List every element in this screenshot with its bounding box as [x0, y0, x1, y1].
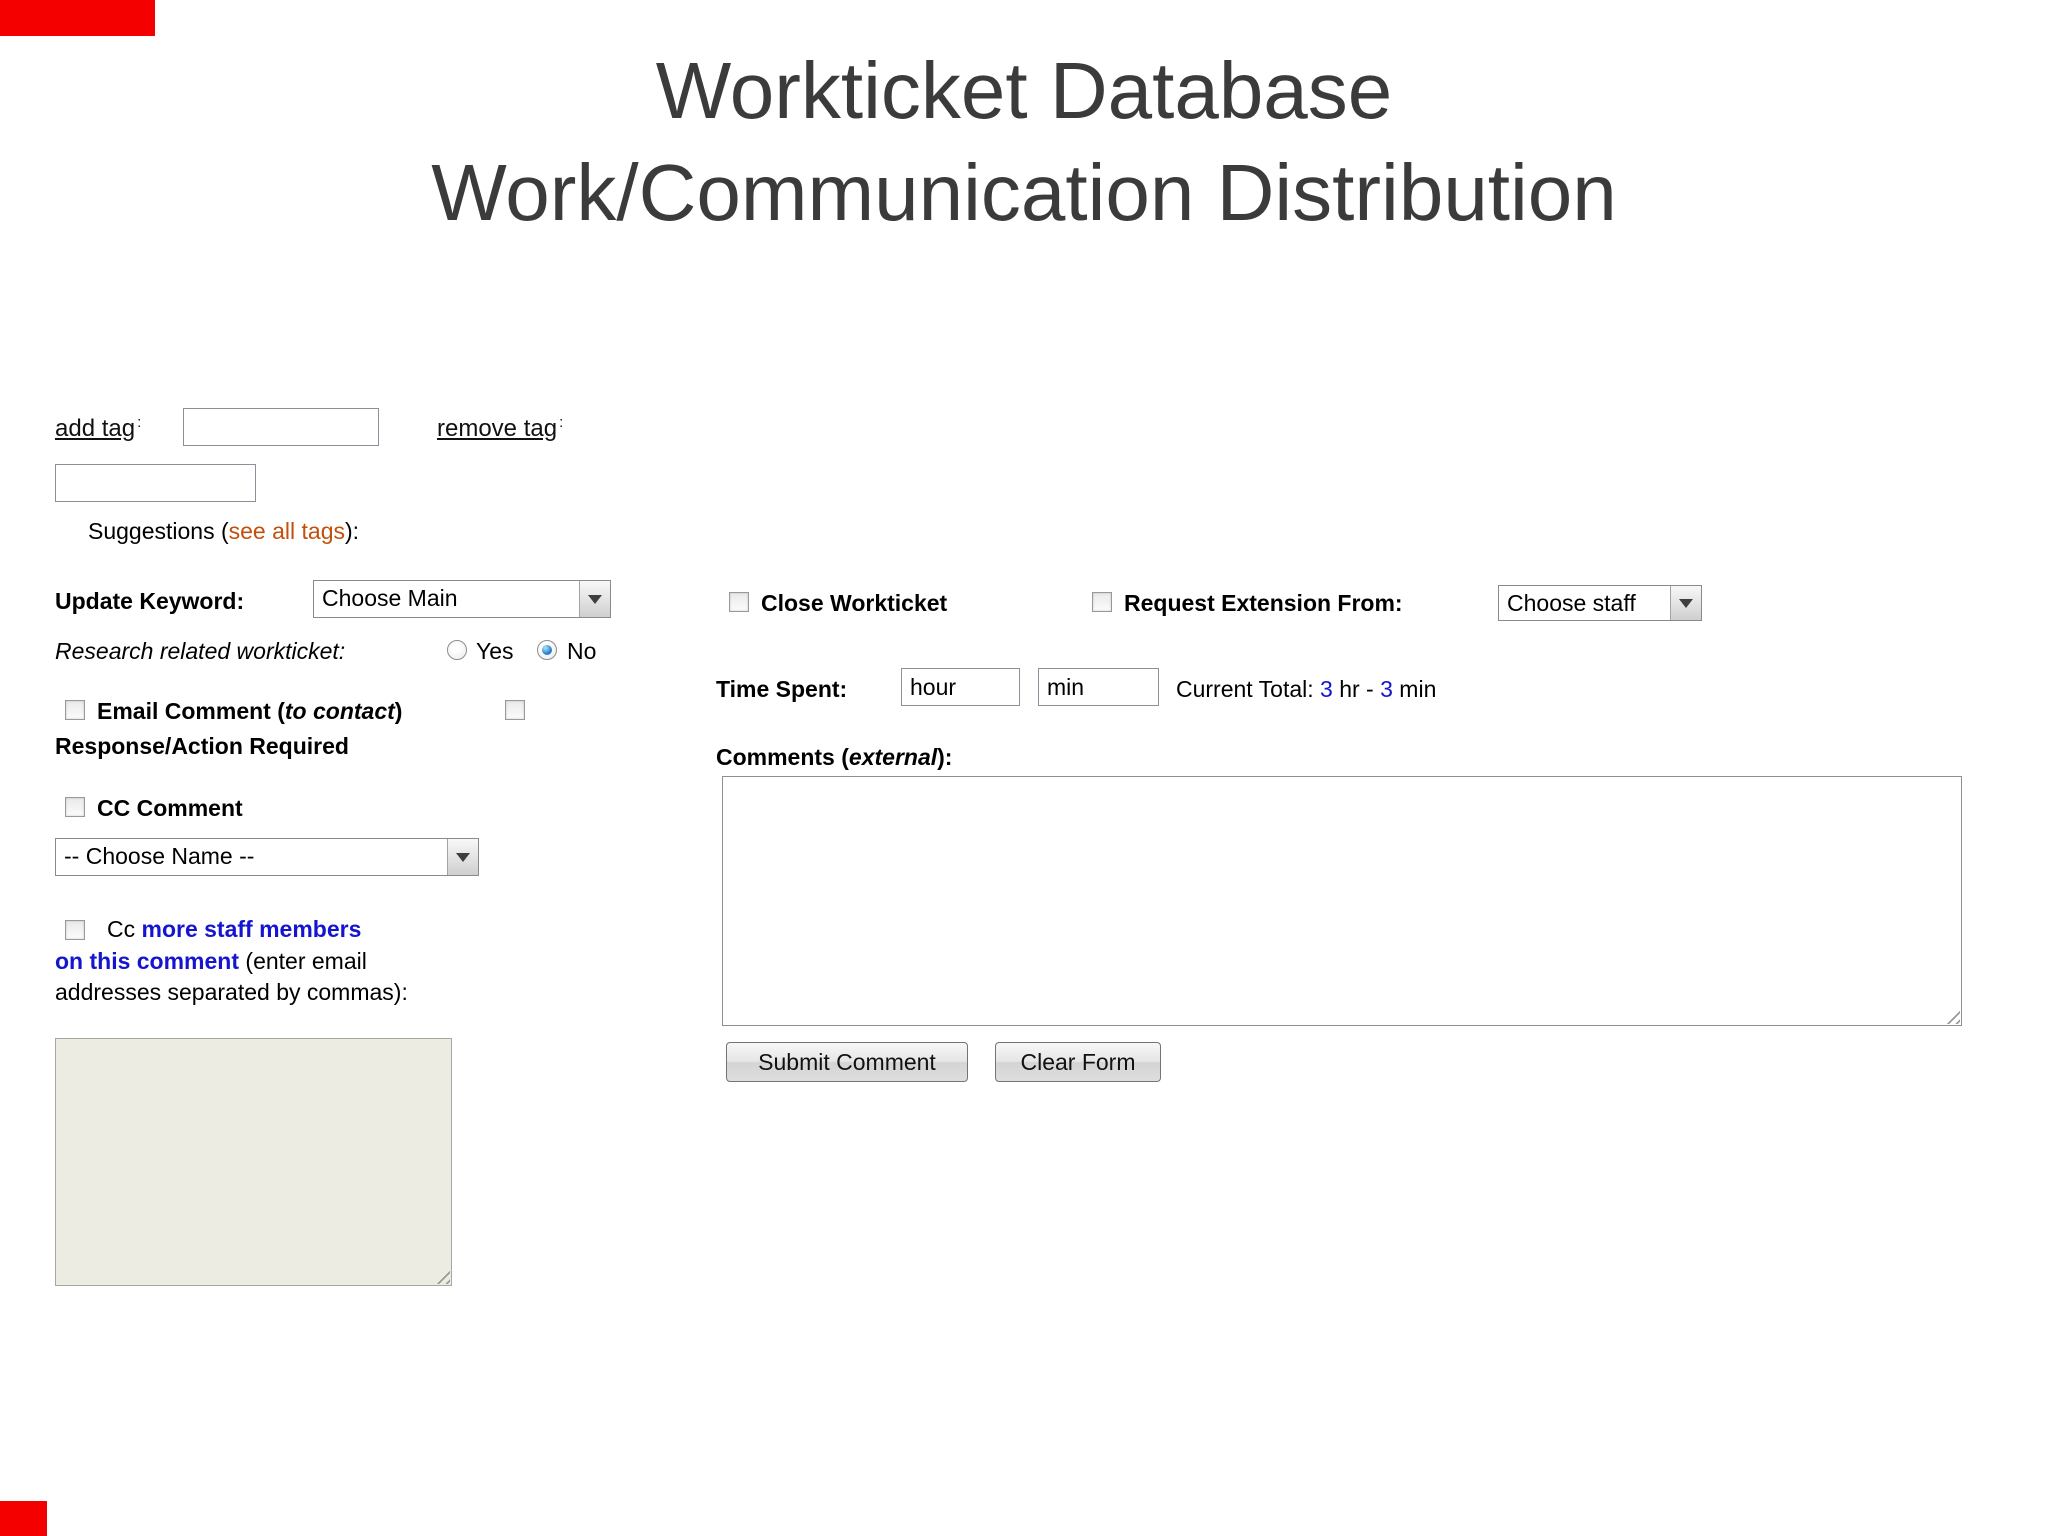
add-tag-link[interactable]: add tag: [55, 414, 141, 443]
comments-label-prefix: Comments ( [716, 744, 849, 770]
cc-name-value: -- Choose Name -- [64, 843, 255, 869]
cc-more-checkbox[interactable] [65, 920, 85, 940]
cc-name-select[interactable]: -- Choose Name -- [55, 838, 479, 876]
time-min-input[interactable] [1038, 668, 1159, 706]
response-required-checkbox[interactable] [505, 700, 525, 720]
dropdown-arrow-icon[interactable] [447, 839, 478, 875]
on-this-comment-link[interactable]: on this comment [55, 948, 239, 974]
add-tag-label: add tag [55, 415, 136, 442]
request-extension-checkbox[interactable] [1092, 592, 1112, 612]
time-spent-label: Time Spent: [716, 676, 848, 702]
request-extension-value: Choose staff [1507, 590, 1636, 616]
current-total-minutes: 3 [1380, 676, 1393, 702]
page-title-line1: Workticket Database [655, 46, 1393, 135]
workticket-form-page: Workticket Database Work/Communication D… [0, 0, 2048, 1536]
request-extension-label: Request Extension From: [1124, 590, 1403, 616]
page-title-line2: Work/Communication Distribution [431, 148, 1617, 237]
response-action-label: Response/Action Required [55, 733, 349, 759]
research-no-label: No [567, 638, 597, 664]
remove-tag-label: remove tag [437, 415, 558, 442]
see-all-tags-link[interactable]: see all tags [229, 518, 345, 544]
cc-comment-label: CC Comment [97, 795, 243, 821]
close-workticket-label: Close Workticket [761, 590, 948, 616]
update-keyword-select[interactable]: Choose Main [313, 580, 611, 618]
red-marker-bottom [0, 1501, 47, 1536]
current-total-prefix: Current Total: [1176, 676, 1321, 702]
cc-more-line3: addresses separated by commas): [55, 979, 408, 1005]
time-hour-input[interactable] [901, 668, 1020, 706]
comments-label: Comments (external): [716, 744, 952, 771]
cc-more-line1: Cc more staff members [107, 916, 361, 943]
more-staff-members-link[interactable]: more staff members [142, 916, 362, 942]
cc-comment-checkbox[interactable] [65, 797, 85, 817]
remove-tag-link[interactable]: remove tag: [437, 414, 563, 443]
add-tag-mark: : [137, 414, 142, 431]
dropdown-arrow-icon[interactable] [579, 581, 610, 617]
current-total: Current Total: 3 hr - 3 min [1176, 676, 1436, 703]
request-extension-select[interactable]: Choose staff [1498, 585, 1702, 621]
clear-form-button[interactable]: Clear Form [995, 1042, 1161, 1082]
submit-comment-button[interactable]: Submit Comment [726, 1042, 968, 1082]
research-no-radio[interactable] [537, 640, 557, 660]
comments-textarea[interactable] [722, 776, 1962, 1026]
research-yes-label: Yes [476, 638, 514, 664]
page-title: Workticket Database Work/Communication D… [0, 40, 2048, 244]
cc-more-line2: on this comment (enter email [55, 948, 367, 975]
update-keyword-label: Update Keyword: [55, 588, 245, 614]
remove-tag-input[interactable] [55, 464, 256, 502]
update-keyword-value: Choose Main [322, 585, 458, 611]
email-comment-checkbox[interactable] [65, 700, 85, 720]
cc-emails-textarea[interactable] [55, 1038, 452, 1286]
current-total-min-text: min [1392, 676, 1437, 702]
close-workticket-checkbox[interactable] [729, 592, 749, 612]
suggestions-line: Suggestions (see all tags): [88, 518, 359, 545]
suggestions-suffix: ): [345, 518, 360, 544]
current-total-hr-text: hr - [1332, 676, 1381, 702]
comments-label-suffix: ): [937, 744, 953, 770]
dropdown-arrow-icon[interactable] [1670, 586, 1701, 620]
cc-more-after-link: (enter email [239, 948, 367, 974]
cc-more-prefix: Cc [107, 916, 142, 942]
comments-label-italic: external [848, 744, 938, 770]
email-comment-label: Email Comment (to contact) [97, 698, 402, 725]
email-comment-label-suffix: ) [394, 698, 403, 724]
remove-tag-mark: : [559, 414, 564, 431]
research-yes-radio[interactable] [447, 640, 467, 660]
current-total-hours: 3 [1320, 676, 1333, 702]
research-label: Research related workticket: [55, 638, 346, 664]
suggestions-prefix: Suggestions ( [88, 518, 229, 544]
email-comment-label-prefix: Email Comment ( [97, 698, 285, 724]
email-comment-label-italic: to contact [284, 698, 395, 724]
red-marker-top [0, 0, 155, 36]
add-tag-input[interactable] [183, 408, 379, 446]
